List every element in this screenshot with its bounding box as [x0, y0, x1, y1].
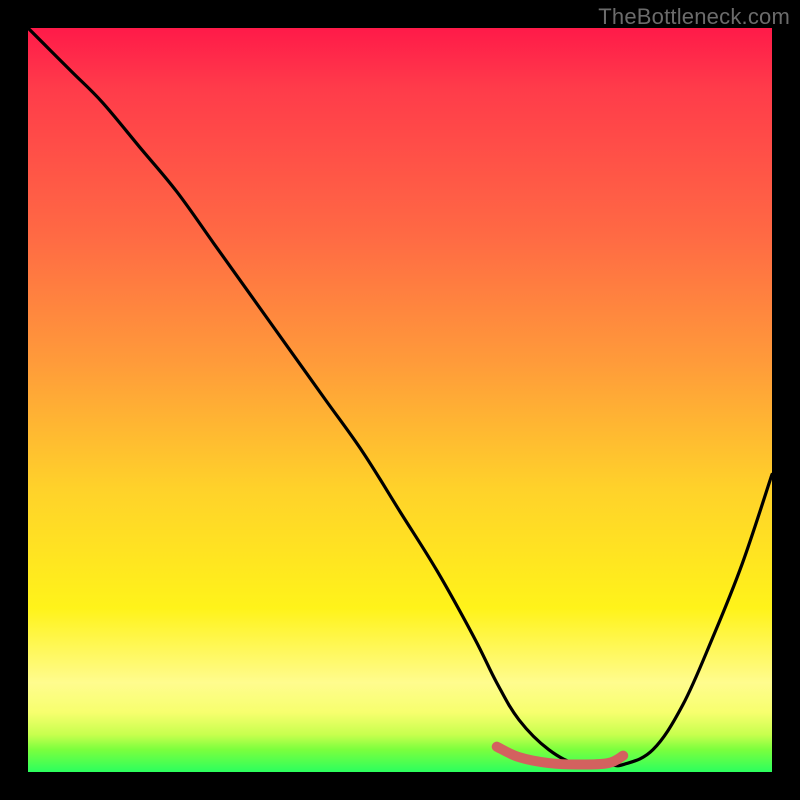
chart-frame: TheBottleneck.com — [0, 0, 800, 800]
watermark-text: TheBottleneck.com — [598, 4, 790, 30]
bottleneck-curve — [28, 28, 772, 766]
plot-area — [28, 28, 772, 772]
curve-svg — [28, 28, 772, 772]
